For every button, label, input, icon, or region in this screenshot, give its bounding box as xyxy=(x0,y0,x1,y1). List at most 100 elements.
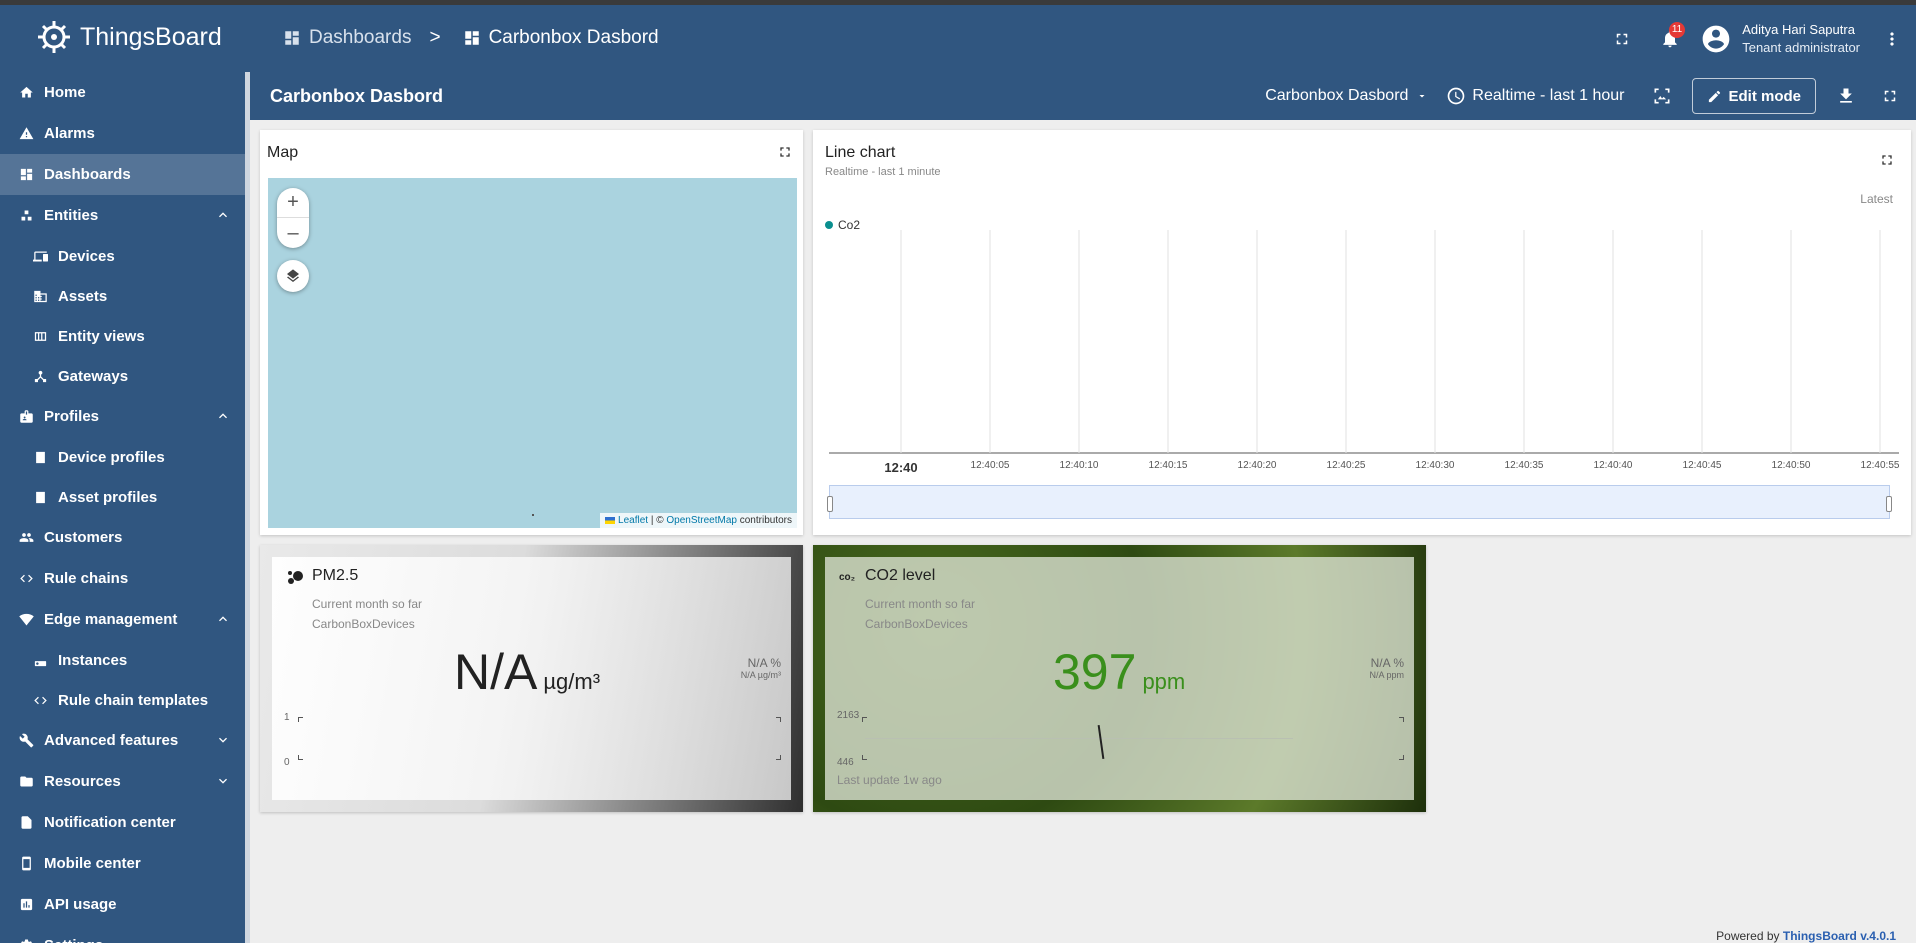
sidebar-item-notification-center[interactable]: Notification center xyxy=(0,802,245,843)
chart-fullscreen-button[interactable] xyxy=(1879,152,1895,173)
dashboard-icon xyxy=(18,167,34,183)
assets-icon xyxy=(32,288,48,304)
breadcrumb-separator: > xyxy=(429,27,441,48)
leaflet-link[interactable]: Leaflet xyxy=(618,515,648,526)
breadcrumb-dashboards[interactable]: Dashboards xyxy=(283,27,411,49)
slider-handle-left[interactable] xyxy=(827,496,833,512)
sidebar-item-resources[interactable]: Resources xyxy=(0,761,245,802)
sidebar-item-settings[interactable]: Settings xyxy=(0,925,245,943)
sidebar-item-instances[interactable]: Instances xyxy=(0,640,245,680)
sidebar-item-advanced-features[interactable]: Advanced features xyxy=(0,720,245,761)
devices-icon xyxy=(32,248,48,264)
map-widget-title: Map xyxy=(267,144,299,161)
x-tick-label: 12:40:50 xyxy=(1771,460,1811,471)
x-tick-label: 12:40:55 xyxy=(1860,460,1900,471)
x-tick-label: 12:40:05 xyxy=(970,460,1010,471)
sidebar-item-alarms[interactable]: Alarms xyxy=(0,113,245,154)
sidebar-item-rule-chain-templates[interactable]: Rule chain templates xyxy=(0,680,245,720)
sidebar-item-entity-views[interactable]: Entity views xyxy=(0,316,245,356)
notifications-button[interactable]: 11 xyxy=(1646,15,1694,63)
x-tick-label: 12:40:10 xyxy=(1059,460,1099,471)
dashboard-icon xyxy=(464,31,479,45)
co2-title: CO2 level xyxy=(865,567,936,584)
chevron-down-icon xyxy=(215,732,231,752)
map-fullscreen-button[interactable] xyxy=(777,144,793,165)
fullscreen-icon xyxy=(1616,33,1628,44)
asset-profile-icon xyxy=(32,489,48,505)
ukraine-flag-icon xyxy=(605,516,616,524)
sidebar-item-devices[interactable]: Devices xyxy=(0,236,245,276)
line-chart-widget: Line chart Realtime - last 1 minute Late… xyxy=(813,130,1911,535)
co2-subtitle: Current month so far xyxy=(865,597,976,611)
export-image-button[interactable] xyxy=(1640,74,1684,118)
sidebar-item-gateways[interactable]: Gateways xyxy=(0,356,245,396)
user-info: Aditya Hari Saputra Tenant administrator xyxy=(1742,22,1860,55)
time-range-slider[interactable] xyxy=(827,485,1892,519)
pm25-device: CarbonBoxDevices xyxy=(312,617,415,631)
sidebar-item-customers[interactable]: Customers xyxy=(0,517,245,558)
footer-link[interactable]: ThingsBoard v.4.0.1 xyxy=(1783,929,1896,943)
breadcrumb-dashboards-label: Dashboards xyxy=(309,27,412,48)
edge-icon xyxy=(18,612,34,628)
sidebar-item-entities[interactable]: Entities xyxy=(0,195,245,236)
fullscreen-button[interactable] xyxy=(1598,15,1646,63)
profiles-icon xyxy=(18,409,34,425)
sidebar-item-dashboards[interactable]: Dashboards xyxy=(0,154,245,195)
edit-mode-button[interactable]: Edit mode xyxy=(1692,78,1816,114)
co2-change: N/A % N/A ppm xyxy=(1369,657,1404,681)
zoom-out-button[interactable]: – xyxy=(277,218,309,248)
latest-label: Latest xyxy=(1860,192,1893,206)
pm25-subtitle: Current month so far xyxy=(312,597,423,611)
breadcrumb-current-label: Carbonbox Dasbord xyxy=(488,27,659,48)
sidebar-item-api-usage[interactable]: API usage xyxy=(0,884,245,925)
rule-chain-icon xyxy=(18,571,34,587)
timewindow-button[interactable]: Realtime - last 1 hour xyxy=(1446,86,1624,106)
zoom-in-button[interactable]: + xyxy=(277,188,309,218)
sidebar-item-profiles[interactable]: Profiles xyxy=(0,396,245,437)
map-marker xyxy=(532,514,534,516)
entities-icon xyxy=(18,208,34,224)
edit-mode-label: Edit mode xyxy=(1728,87,1801,105)
dashboard-title: Carbonbox Dasbord xyxy=(270,86,444,106)
download-button[interactable] xyxy=(1824,74,1868,118)
pm25-value: N/A xyxy=(454,644,538,700)
sidebar-item-edge-management[interactable]: Edge management xyxy=(0,599,245,640)
osm-link[interactable]: OpenStreetMap xyxy=(666,515,737,526)
chart-corner xyxy=(776,755,781,760)
x-tick-label: 12:40:25 xyxy=(1326,460,1366,471)
layers-button[interactable] xyxy=(277,260,309,292)
layers-icon xyxy=(287,269,299,283)
sidebar-item-mobile-center[interactable]: Mobile center xyxy=(0,843,245,884)
dashboard-selector[interactable]: Carbonbox Dasbord xyxy=(1265,87,1428,105)
dashboard-icon xyxy=(285,31,299,45)
pm25-value-block: N/A µg/m³ xyxy=(454,643,600,701)
pencil-icon xyxy=(1709,90,1721,102)
sidebar-item-assets[interactable]: Assets xyxy=(0,276,245,316)
dashboard-fullscreen-button[interactable] xyxy=(1868,74,1912,118)
x-tick-label: 12:40:35 xyxy=(1504,460,1544,471)
footer: Powered by ThingsBoard v.4.0.1 xyxy=(1716,929,1896,943)
fullscreen-icon xyxy=(780,147,790,157)
app-logo[interactable]: ThingsBoard xyxy=(36,19,222,55)
co2-value: 397 xyxy=(1053,644,1137,700)
user-name: Aditya Hari Saputra xyxy=(1742,22,1855,37)
pm25-axis-bottom: 0 xyxy=(284,757,290,768)
co2-change-pct: N/A % xyxy=(1370,656,1404,670)
more-menu-button[interactable] xyxy=(1868,15,1916,63)
sidebar-item-home[interactable]: Home xyxy=(0,72,245,113)
chart-legend[interactable]: Co2 xyxy=(825,218,860,232)
co2-unit: ppm xyxy=(1142,669,1186,694)
sidebar-item-label: Profiles xyxy=(44,408,100,425)
legend-dot xyxy=(825,221,833,229)
slider-handle-right[interactable] xyxy=(1886,496,1892,512)
pm25-unit: µg/m³ xyxy=(543,669,601,694)
map-canvas[interactable]: + – Leaflet | © OpenStreetMap contributo… xyxy=(268,178,797,528)
sidebar-item-device-profiles[interactable]: Device profiles xyxy=(0,437,245,477)
co2-inner: co₂ CO2 level Current month so far Carbo… xyxy=(825,557,1414,800)
sidebar-item-label: Advanced features xyxy=(44,732,179,749)
sidebar-item-rule-chains[interactable]: Rule chains xyxy=(0,558,245,599)
sidebar-item-asset-profiles[interactable]: Asset profiles xyxy=(0,477,245,517)
user-menu[interactable]: Aditya Hari Saputra Tenant administrator xyxy=(1700,22,1860,55)
chevron-down-icon xyxy=(215,773,231,793)
sidebar-scrollbar[interactable] xyxy=(245,72,250,943)
